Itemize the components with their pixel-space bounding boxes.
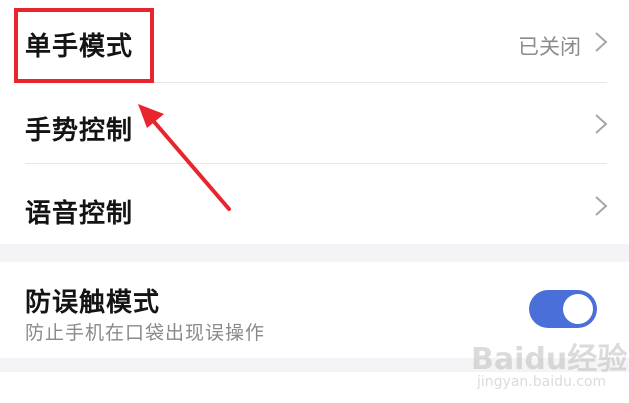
accidental-touch-toggle[interactable] — [529, 290, 597, 328]
chevron-right-icon — [595, 114, 608, 134]
gesture-control-label: 手势控制 — [25, 116, 134, 146]
settings-screen: 单手模式 已关闭 手势控制 语音控制 防误触模式 防止手机在口袋出现误操作 Ba… — [0, 0, 629, 403]
toggle-knob — [563, 294, 593, 324]
chevron-right-icon — [595, 196, 608, 216]
watermark-brand: Baidu经验 — [471, 342, 628, 377]
gesture-control-row[interactable]: 手势控制 — [0, 83, 629, 163]
accidental-touch-description: 防止手机在口袋出现误操作 — [25, 322, 266, 344]
voice-control-row[interactable]: 语音控制 — [0, 164, 629, 244]
baidu-jingyan-watermark: Baidu经验 jingyan.baidu.com — [471, 334, 627, 396]
section-separator — [0, 244, 629, 262]
chevron-right-icon — [595, 32, 608, 52]
annotation-highlight-box — [14, 8, 154, 83]
watermark-url: jingyan.baidu.com — [477, 374, 607, 390]
voice-control-label: 语音控制 — [25, 199, 134, 229]
accidental-touch-label: 防误触模式 — [25, 288, 161, 318]
one-hand-mode-status: 已关闭 — [518, 35, 581, 59]
